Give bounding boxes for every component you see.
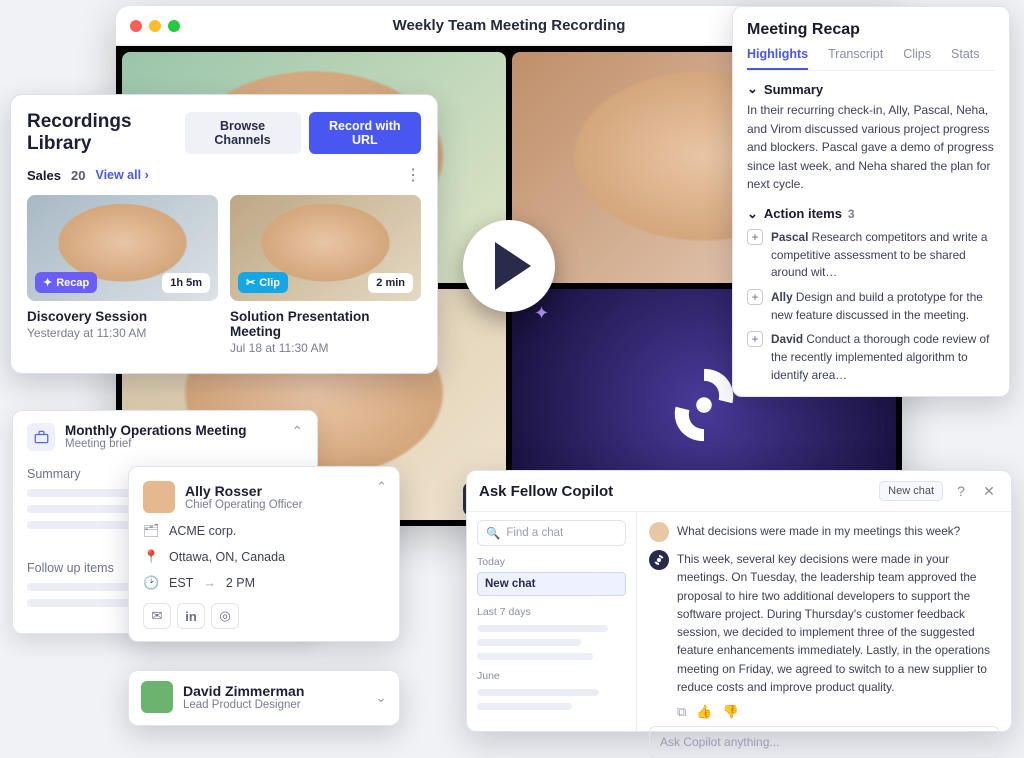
scissors-icon: ✂ (246, 276, 255, 289)
copilot-title: Ask Fellow Copilot (479, 483, 613, 500)
brief-subtitle: Meeting brief (65, 438, 247, 450)
chat-sidebar: 🔍 Find a chat Today New chat Last 7 days… (467, 512, 637, 731)
more-options-button[interactable]: ⋮ (405, 165, 421, 185)
chevron-up-icon[interactable]: ⌃ (376, 479, 387, 495)
profile-role: Chief Operating Officer (185, 499, 302, 511)
tab-transcript[interactable]: Transcript (828, 47, 883, 70)
thumbs-up-button[interactable]: 👍 (696, 704, 712, 720)
placeholder-line (477, 625, 608, 632)
new-chat-button[interactable]: New chat (879, 481, 943, 501)
sparkle-icon: ✦ (534, 303, 549, 324)
chat-list-item[interactable]: New chat (477, 572, 626, 596)
profile-popover-collapsed[interactable]: David Zimmerman Lead Product Designer ⌄ (128, 670, 400, 726)
message-feedback: ⧉ 👍 👎 (677, 704, 999, 720)
sparkle-icon: ✦ (43, 276, 52, 289)
add-action-icon[interactable]: + (747, 229, 763, 245)
recap-tabs: Highlights Transcript Clips Stats (747, 47, 995, 71)
recap-title: Meeting Recap (747, 21, 995, 39)
placeholder-line (477, 689, 599, 696)
play-button[interactable] (463, 220, 555, 312)
user-message: What decisions were made in my meetings … (649, 522, 999, 542)
user-avatar (649, 522, 669, 542)
action-item[interactable]: + Ally Design and build a prototype for … (747, 289, 995, 324)
filter-name: Sales (27, 168, 61, 183)
tab-stats[interactable]: Stats (951, 47, 980, 70)
tab-highlights[interactable]: Highlights (747, 47, 808, 70)
company-icon: 🗂 (143, 523, 159, 539)
recording-timestamp: Yesterday at 11:30 AM (27, 326, 218, 340)
arrow-right-icon: → (203, 576, 216, 590)
clip-badge: ✂Clip (238, 272, 288, 293)
copilot-input[interactable]: Ask Copilot anything... (649, 726, 999, 758)
action-item[interactable]: + Pascal Research competitors and write … (747, 229, 995, 282)
chevron-down-icon: ⌄ (747, 206, 758, 222)
linkedin-icon: in (185, 609, 197, 624)
chevron-down-icon[interactable]: ⌄ (375, 689, 387, 706)
meeting-recap-panel: Meeting Recap Highlights Transcript Clip… (732, 6, 1010, 397)
recording-card[interactable]: ✂Clip 2 min Solution Presentation Meetin… (230, 195, 421, 355)
summary-text: In their recurring check-in, Ally, Pasca… (747, 101, 995, 194)
tab-clips[interactable]: Clips (903, 47, 931, 70)
chat-group-june: June (477, 670, 626, 682)
clock-icon: 🕑 (143, 575, 159, 591)
brief-title: Monthly Operations Meeting (65, 423, 247, 438)
search-chat-input[interactable]: 🔍 Find a chat (477, 520, 626, 546)
instagram-link[interactable]: ◎ (211, 603, 239, 629)
filter-count: 20 (71, 168, 85, 183)
profile-timezone: EST (169, 576, 193, 590)
chat-group-last7: Last 7 days (477, 606, 626, 618)
placeholder-line (477, 653, 593, 660)
chat-thread: What decisions were made in my meetings … (637, 512, 1011, 731)
profile-popover: ⌃ Ally Rosser Chief Operating Officer 🗂 A… (128, 466, 400, 642)
duration-badge: 1h 5m (162, 273, 210, 293)
add-action-icon[interactable]: + (747, 289, 763, 305)
assistant-message: This week, several key decisions were ma… (649, 550, 999, 696)
profile-location: Ottawa, ON, Canada (169, 550, 285, 564)
chevron-down-icon: ⌄ (747, 81, 758, 97)
chevron-up-icon[interactable]: ⌃ (291, 423, 303, 440)
recording-title: Discovery Session (27, 309, 218, 324)
email-link[interactable]: ✉ (143, 603, 171, 629)
profile-localtime: 2 PM (226, 576, 255, 590)
profile-name: Ally Rosser (185, 483, 302, 499)
thumbs-down-button[interactable]: 👎 (722, 704, 738, 720)
profile-role: Lead Product Designer (183, 699, 304, 711)
location-pin-icon: 📍 (143, 549, 159, 565)
help-icon: ? (957, 483, 965, 499)
help-button[interactable]: ? (951, 481, 971, 501)
close-icon: ✕ (983, 483, 995, 500)
browse-channels-button[interactable]: Browse Channels (185, 112, 301, 154)
briefcase-icon (27, 423, 55, 451)
summary-section-header[interactable]: ⌄Summary (747, 81, 995, 97)
chevron-right-icon: › (145, 168, 149, 182)
avatar (143, 481, 175, 513)
recording-timestamp: Jul 18 at 11:30 AM (230, 341, 421, 355)
linkedin-link[interactable]: in (177, 603, 205, 629)
record-with-url-button[interactable]: Record with URL (309, 112, 421, 154)
recap-badge: ✦Recap (35, 272, 97, 293)
action-item[interactable]: + David Conduct a thorough code review o… (747, 331, 995, 384)
chat-group-today: Today (477, 556, 626, 568)
recording-card[interactable]: ✦Recap 1h 5m Discovery Session Yesterday… (27, 195, 218, 355)
search-icon: 🔍 (486, 526, 500, 540)
view-all-link[interactable]: View all › (95, 168, 148, 182)
profile-name: David Zimmerman (183, 683, 304, 699)
placeholder-line (477, 703, 572, 710)
library-title: Recordings Library (27, 111, 185, 155)
actions-count: 3 (848, 207, 855, 221)
copy-button[interactable]: ⧉ (677, 704, 686, 720)
instagram-icon: ◎ (219, 608, 230, 624)
recordings-library-card: Recordings Library Browse Channels Recor… (10, 94, 438, 374)
add-action-icon[interactable]: + (747, 331, 763, 347)
bot-avatar-icon (649, 550, 669, 570)
envelope-icon: ✉ (152, 608, 163, 624)
placeholder-line (477, 639, 581, 646)
duration-badge: 2 min (368, 273, 413, 293)
close-button[interactable]: ✕ (979, 481, 999, 501)
actions-section-header[interactable]: ⌄ Action items 3 (747, 206, 995, 222)
profile-company: ACME corp. (169, 524, 236, 538)
recording-title: Solution Presentation Meeting (230, 309, 421, 339)
avatar (141, 681, 173, 713)
copilot-panel: Ask Fellow Copilot New chat ? ✕ 🔍 Find a… (466, 470, 1012, 732)
